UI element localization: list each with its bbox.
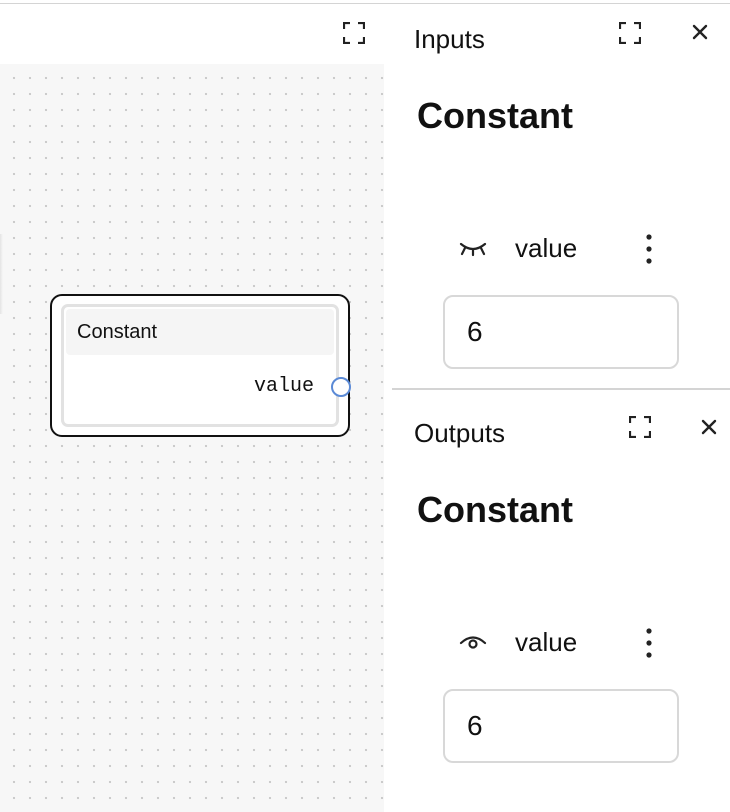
outputs-panel-title: Outputs bbox=[414, 418, 506, 448]
eye-open-icon bbox=[459, 636, 487, 649]
inputs-value-field[interactable]: 6 bbox=[443, 295, 679, 369]
panel-divider[interactable] bbox=[392, 388, 730, 390]
node-title: Constant bbox=[77, 321, 158, 343]
eye-closed-icon bbox=[459, 242, 487, 257]
more-vertical-icon bbox=[646, 234, 652, 264]
outputs-close-button[interactable] bbox=[699, 417, 719, 437]
more-vertical-icon bbox=[646, 628, 652, 658]
constant-node[interactable]: Constant value bbox=[50, 294, 350, 437]
node-body: Constant value bbox=[61, 304, 339, 427]
outputs-fullscreen-button[interactable] bbox=[628, 415, 652, 439]
node-header: Constant bbox=[66, 309, 334, 355]
outputs-field-menu-button[interactable] bbox=[639, 625, 659, 661]
fullscreen-icon bbox=[628, 415, 652, 439]
inputs-field-label: value bbox=[515, 233, 578, 263]
inputs-fullscreen-button[interactable] bbox=[618, 21, 642, 45]
outputs-value-field[interactable]: 6 bbox=[443, 689, 679, 763]
node-output-label: value bbox=[253, 375, 314, 398]
visibility-toggle[interactable] bbox=[458, 632, 488, 652]
outputs-node-heading: Constant bbox=[417, 489, 573, 530]
fullscreen-icon bbox=[618, 21, 642, 45]
canvas-header bbox=[0, 4, 384, 64]
outputs-field-label: value bbox=[515, 627, 578, 657]
canvas-edge-shadow bbox=[0, 234, 3, 314]
inputs-field-menu-button[interactable] bbox=[639, 231, 659, 267]
inputs-close-button[interactable] bbox=[690, 22, 710, 42]
close-icon bbox=[692, 24, 708, 40]
visibility-toggle[interactable] bbox=[458, 238, 488, 258]
outputs-value-text: 6 bbox=[467, 710, 483, 741]
fullscreen-icon bbox=[342, 21, 366, 45]
inputs-panel-title: Inputs bbox=[414, 24, 485, 54]
graph-canvas[interactable] bbox=[0, 64, 384, 812]
inputs-value-text: 6 bbox=[467, 316, 483, 347]
inputs-node-heading: Constant bbox=[417, 95, 573, 136]
close-icon bbox=[701, 419, 717, 435]
output-port-handle[interactable] bbox=[331, 377, 351, 397]
canvas-fullscreen-button[interactable] bbox=[342, 21, 366, 45]
